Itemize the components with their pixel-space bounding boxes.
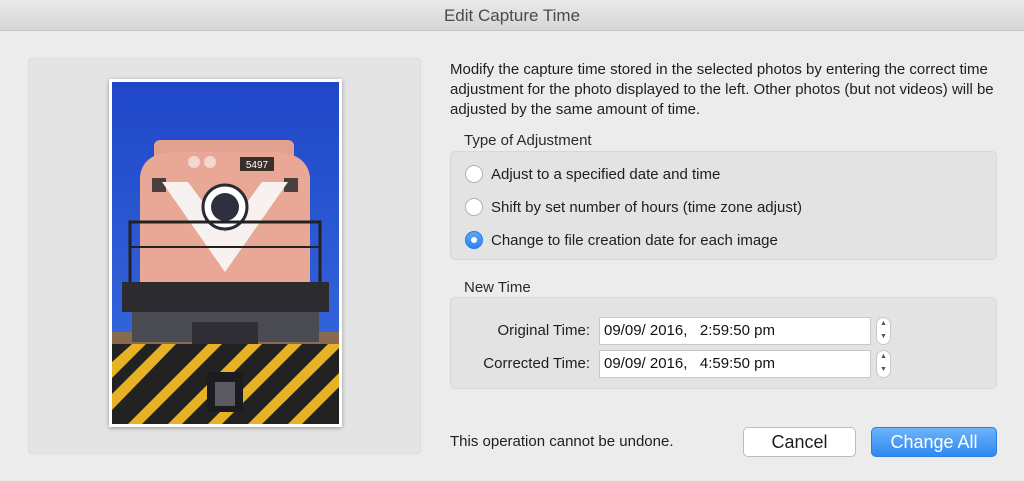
original-time-label: Original Time: bbox=[497, 322, 590, 339]
original-time-stepper[interactable]: ▲ ▼ bbox=[876, 317, 891, 345]
adjustment-group: Adjust to a specified date and time Shif… bbox=[450, 151, 997, 260]
chevron-up-icon[interactable]: ▲ bbox=[877, 318, 890, 331]
chevron-down-icon[interactable]: ▼ bbox=[877, 364, 890, 377]
change-all-button[interactable]: Change All bbox=[871, 427, 997, 457]
radio-button[interactable] bbox=[465, 198, 483, 216]
photo-thumbnail: 5497 bbox=[109, 79, 342, 427]
corrected-time-stepper[interactable]: ▲ ▼ bbox=[876, 350, 891, 378]
chevron-up-icon[interactable]: ▲ bbox=[877, 351, 890, 364]
radio-button[interactable] bbox=[465, 165, 483, 183]
radio-label: Change to file creation date for each im… bbox=[491, 231, 778, 249]
original-time-field[interactable]: 09/09/ 2016, 2:59:50 pm bbox=[599, 317, 871, 345]
corrected-time-field[interactable]: 09/09/ 2016, 4:59:50 pm bbox=[599, 350, 871, 378]
chevron-down-icon[interactable]: ▼ bbox=[877, 331, 890, 344]
window-title: Edit Capture Time bbox=[0, 0, 1024, 31]
locomotive-photo: 5497 bbox=[112, 82, 339, 424]
warning-text: This operation cannot be undone. bbox=[450, 433, 674, 450]
photo-preview-panel: 5497 bbox=[28, 58, 421, 454]
radio-adjust-specified[interactable]: Adjust to a specified date and time bbox=[465, 162, 720, 186]
adjustment-group-label: Type of Adjustment bbox=[464, 132, 592, 149]
description-text: Modify the capture time stored in the se… bbox=[450, 61, 994, 118]
new-time-group-label: New Time bbox=[464, 279, 531, 296]
radio-label: Shift by set number of hours (time zone … bbox=[491, 198, 802, 216]
corrected-time-label: Corrected Time: bbox=[483, 355, 590, 372]
radio-button-selected[interactable] bbox=[465, 231, 483, 249]
radio-file-creation-date[interactable]: Change to file creation date for each im… bbox=[465, 228, 778, 252]
cancel-button[interactable]: Cancel bbox=[743, 427, 856, 457]
radio-shift-hours[interactable]: Shift by set number of hours (time zone … bbox=[465, 195, 802, 219]
radio-label: Adjust to a specified date and time bbox=[491, 165, 721, 183]
locomotive-number: 5497 bbox=[246, 160, 269, 171]
